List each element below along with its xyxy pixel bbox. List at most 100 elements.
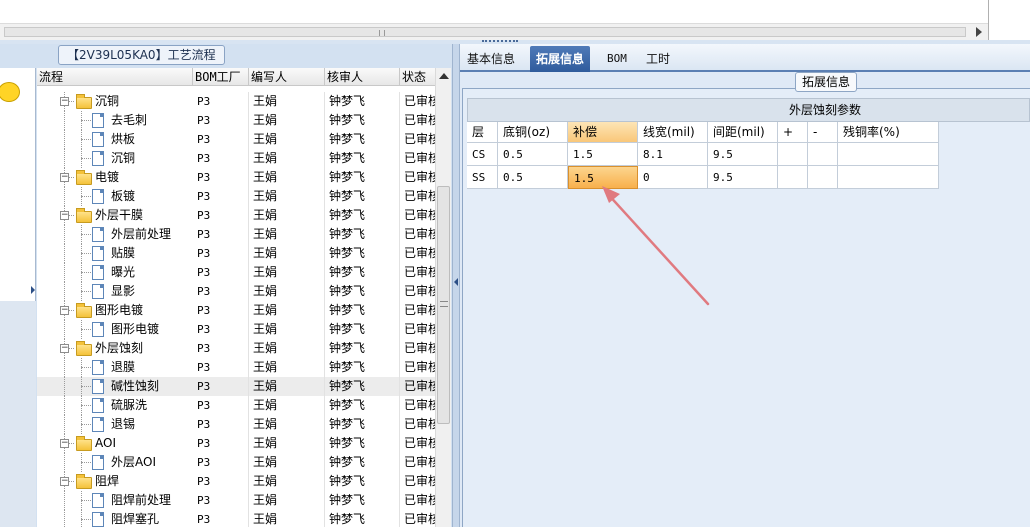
tree-cell[interactable]: − 沉铜	[37, 92, 193, 111]
scroll-right-icon[interactable]	[976, 27, 982, 37]
table-row[interactable]: 显影 P3王娟钟梦飞已审核	[37, 282, 435, 301]
table-cell[interactable]: CS	[467, 143, 498, 166]
tree-cell[interactable]: − 阻焊	[37, 472, 193, 491]
tab-bom[interactable]: BOM	[601, 46, 633, 72]
table-row[interactable]: 阻焊前处理 P3王娟钟梦飞已审核	[37, 491, 435, 510]
table-row[interactable]: 去毛刺 P3王娟钟梦飞已审核	[37, 111, 435, 130]
table-row[interactable]: 曝光 P3王娟钟梦飞已审核	[37, 263, 435, 282]
tree-line	[64, 187, 65, 206]
grid-column-header[interactable]: 流程	[37, 68, 193, 86]
table-cell[interactable]: 0.5	[498, 143, 568, 166]
tree-cell[interactable]: 外层AOI	[37, 453, 193, 472]
table-row[interactable]: 贴膜 P3王娟钟梦飞已审核	[37, 244, 435, 263]
table-row[interactable]: 外层前处理 P3王娟钟梦飞已审核	[37, 225, 435, 244]
scroll-up-icon[interactable]	[439, 73, 449, 79]
tree-cell[interactable]: − 外层干膜	[37, 206, 193, 225]
table-cell[interactable]: 9.5	[708, 143, 778, 166]
tree-cell[interactable]: 贴膜	[37, 244, 193, 263]
tree-cell[interactable]: 图形电镀	[37, 320, 193, 339]
scrollbar-thumb[interactable]	[437, 186, 450, 424]
column-header[interactable]: 残铜率(%)	[838, 122, 939, 143]
tree-cell[interactable]: 显影	[37, 282, 193, 301]
process-tree-grid[interactable]: 流程BOM工厂编写人核审人状态 −沉铜P3王娟钟梦飞已审核去毛刺P3王娟钟梦飞已…	[37, 68, 435, 527]
column-header[interactable]: -	[808, 122, 838, 143]
column-header[interactable]: 线宽(mil)	[638, 122, 708, 143]
collapse-toggle-icon[interactable]: −	[60, 97, 69, 106]
collapse-left-icon[interactable]	[31, 286, 35, 294]
grid-column-header[interactable]: 核审人	[325, 68, 400, 86]
table-cell[interactable]	[838, 143, 939, 166]
table-row[interactable]: 沉铜 P3王娟钟梦飞已审核	[37, 149, 435, 168]
column-header[interactable]: +	[778, 122, 808, 143]
tab-basic-info[interactable]: 基本信息	[461, 46, 521, 72]
tree-cell[interactable]: 阻焊塞孔	[37, 510, 193, 527]
table-cell[interactable]	[808, 166, 838, 189]
table-cell[interactable]: SS	[467, 166, 498, 189]
table-cell[interactable]: 0.5	[498, 166, 568, 189]
table-row[interactable]: 硫脲洗 P3王娟钟梦飞已审核	[37, 396, 435, 415]
table-row[interactable]: − 外层干膜 P3王娟钟梦飞已审核	[37, 206, 435, 225]
tree-cell[interactable]: − 电镀	[37, 168, 193, 187]
tree-cell[interactable]: 退膜	[37, 358, 193, 377]
cell-reviewer: 钟梦飞	[325, 149, 400, 168]
table-row[interactable]: 图形电镀 P3王娟钟梦飞已审核	[37, 320, 435, 339]
column-header[interactable]: 间距(mil)	[708, 122, 778, 143]
tree-cell[interactable]: − 图形电镀	[37, 301, 193, 320]
table-row[interactable]: − 图形电镀 P3王娟钟梦飞已审核	[37, 301, 435, 320]
tree-line	[81, 253, 91, 254]
tree-cell[interactable]: 板镀	[37, 187, 193, 206]
tree-cell[interactable]: 外层前处理	[37, 225, 193, 244]
table-row[interactable]: − 沉铜 P3王娟钟梦飞已审核	[37, 92, 435, 111]
tab-work-hours[interactable]: 工时	[640, 46, 676, 72]
scrollbar-thumb[interactable]	[4, 27, 966, 37]
tree-cell[interactable]: 去毛刺	[37, 111, 193, 130]
table-cell[interactable]: 8.1	[638, 143, 708, 166]
collapse-toggle-icon[interactable]: −	[60, 439, 69, 448]
table-row[interactable]: 烘板 P3王娟钟梦飞已审核	[37, 130, 435, 149]
tree-cell[interactable]: 烘板	[37, 130, 193, 149]
tree-cell[interactable]: 沉铜	[37, 149, 193, 168]
panel-splitter[interactable]	[452, 44, 460, 527]
tree-cell[interactable]: − 外层蚀刻	[37, 339, 193, 358]
table-cell[interactable]	[778, 143, 808, 166]
collapse-toggle-icon[interactable]: −	[60, 173, 69, 182]
table-cell[interactable]	[778, 166, 808, 189]
column-header[interactable]: 补偿	[568, 122, 638, 143]
top-right-area	[989, 0, 1030, 40]
tree-cell[interactable]: 曝光	[37, 263, 193, 282]
table-row[interactable]: 退膜 P3王娟钟梦飞已审核	[37, 358, 435, 377]
horizontal-scrollbar[interactable]	[0, 23, 988, 40]
table-row[interactable]: 板镀 P3王娟钟梦飞已审核	[37, 187, 435, 206]
collapse-toggle-icon[interactable]: −	[60, 477, 69, 486]
table-row[interactable]: 退锡 P3王娟钟梦飞已审核	[37, 415, 435, 434]
tree-cell[interactable]: 阻焊前处理	[37, 491, 193, 510]
table-cell[interactable]: 1.5	[568, 143, 638, 166]
table-row[interactable]: 阻焊塞孔 P3王娟钟梦飞已审核	[37, 510, 435, 527]
grid-column-header[interactable]: 编写人	[249, 68, 325, 86]
table-cell[interactable]	[838, 166, 939, 189]
cell-writer: 王娟	[249, 225, 325, 244]
collapse-arrow-icon[interactable]	[454, 278, 458, 286]
table-row[interactable]: − AOI P3王娟钟梦飞已审核	[37, 434, 435, 453]
column-header[interactable]: 层	[467, 122, 498, 143]
collapse-toggle-icon[interactable]: −	[60, 306, 69, 315]
table-row[interactable]: 碱性蚀刻 P3王娟钟梦飞已审核	[37, 377, 435, 396]
tree-cell[interactable]: 硫脲洗	[37, 396, 193, 415]
tree-node-label: 贴膜	[111, 246, 136, 260]
tree-cell[interactable]: − AOI	[37, 434, 193, 453]
column-header[interactable]: 底铜(oz)	[498, 122, 568, 143]
grid-vertical-scrollbar[interactable]	[435, 68, 451, 527]
collapse-toggle-icon[interactable]: −	[60, 211, 69, 220]
cell-status: 已审核	[400, 339, 435, 358]
collapse-toggle-icon[interactable]: −	[60, 344, 69, 353]
table-row[interactable]: − 阻焊 P3王娟钟梦飞已审核	[37, 472, 435, 491]
table-row[interactable]: − 外层蚀刻 P3王娟钟梦飞已审核	[37, 339, 435, 358]
table-cell[interactable]	[808, 143, 838, 166]
tree-cell[interactable]: 退锡	[37, 415, 193, 434]
grid-column-header[interactable]: 状态	[400, 68, 435, 86]
table-row[interactable]: 外层AOI P3王娟钟梦飞已审核	[37, 453, 435, 472]
tab-extended-info[interactable]: 拓展信息	[530, 46, 591, 72]
grid-column-header[interactable]: BOM工厂	[193, 68, 249, 86]
table-row[interactable]: − 电镀 P3王娟钟梦飞已审核	[37, 168, 435, 187]
tree-cell[interactable]: 碱性蚀刻	[37, 377, 193, 396]
